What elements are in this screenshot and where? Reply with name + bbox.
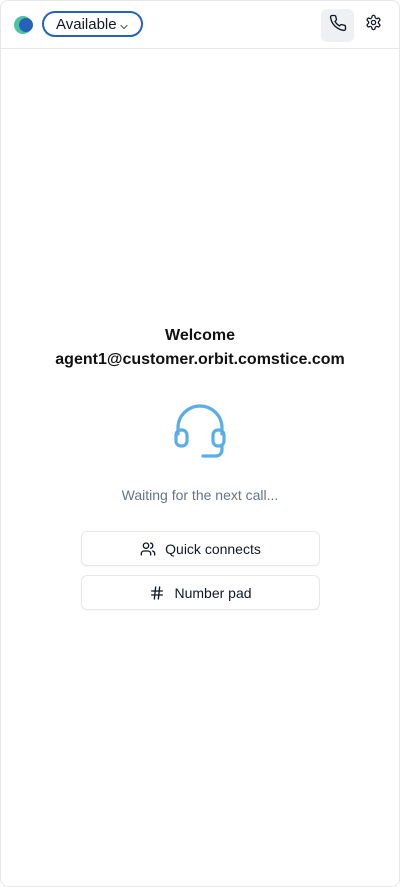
gear-icon bbox=[365, 14, 382, 36]
headset-icon bbox=[172, 400, 228, 460]
phone-button[interactable] bbox=[321, 9, 354, 42]
waiting-status-text: Waiting for the next call... bbox=[121, 487, 279, 503]
quick-connects-button[interactable]: Quick connects bbox=[81, 531, 320, 566]
hash-icon bbox=[149, 585, 165, 601]
phone-icon bbox=[329, 14, 347, 37]
top-bar: Available bbox=[1, 1, 399, 49]
settings-button[interactable] bbox=[360, 12, 386, 38]
number-pad-button[interactable]: Number pad bbox=[81, 575, 320, 610]
status-dropdown[interactable]: Available bbox=[42, 11, 143, 37]
number-pad-label: Number pad bbox=[174, 584, 252, 601]
welcome-heading: Welcome bbox=[165, 327, 235, 344]
users-icon bbox=[140, 541, 156, 557]
app-logo bbox=[13, 15, 33, 35]
quick-connects-label: Quick connects bbox=[165, 540, 261, 557]
agent-email: agent1@customer.orbit.comstice.com bbox=[55, 351, 345, 368]
status-value: Available bbox=[56, 15, 117, 33]
chevron-down-icon bbox=[119, 19, 129, 30]
app-window: Available Welcome agent1@customer.orbit.… bbox=[0, 0, 400, 887]
